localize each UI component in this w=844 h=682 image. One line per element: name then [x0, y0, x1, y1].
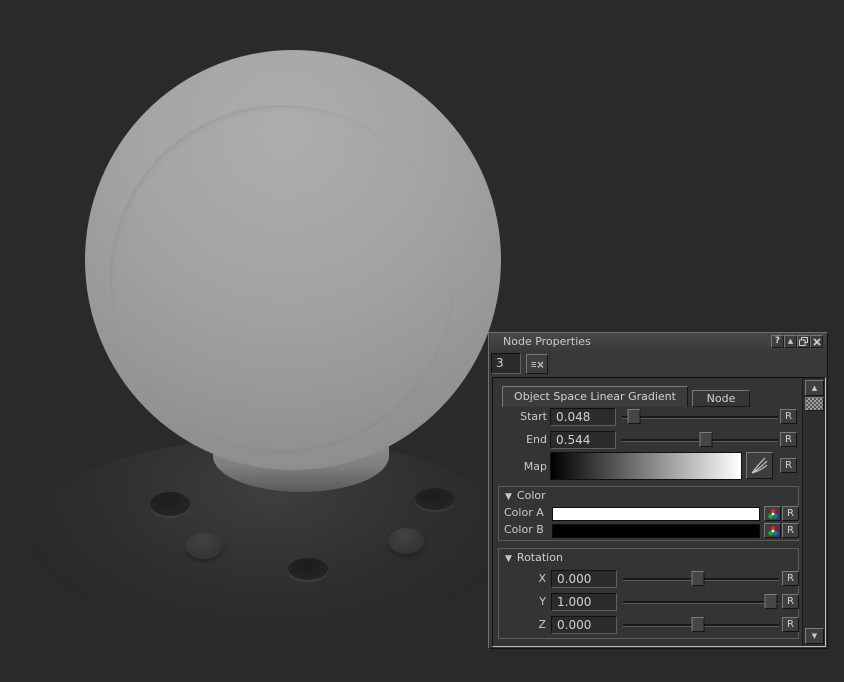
base-dimple [288, 558, 328, 580]
tab-object-space-linear-gradient[interactable]: Object Space Linear Gradient [502, 386, 688, 407]
rollup-button[interactable]: ▲ [784, 335, 797, 348]
color-wheel-icon [767, 508, 779, 520]
color-b-label: Color B [504, 523, 544, 536]
node-properties-panel: Node Properties ? ▲ 3 Node Object Space … [488, 332, 828, 649]
help-icon: ? [775, 337, 780, 346]
color-b-picker-button[interactable] [764, 523, 781, 538]
help-button[interactable]: ? [771, 335, 784, 348]
curves-icon [750, 456, 769, 475]
color-a-reset-button[interactable]: R [782, 506, 799, 521]
restore-button[interactable] [797, 335, 810, 348]
titlebar-buttons: ? ▲ [771, 335, 823, 348]
rotation-z-field[interactable]: 0.000 [551, 616, 617, 634]
color-a-picker-button[interactable] [764, 506, 781, 521]
rotation-x-slider[interactable] [623, 578, 779, 581]
rollup-icon: ▲ [788, 338, 793, 345]
rotation-z-slider[interactable] [623, 624, 779, 627]
end-reset-button[interactable]: R [780, 432, 797, 447]
base-dimple [150, 492, 190, 516]
scrollbar[interactable]: ▲ ▼ [802, 378, 825, 646]
rotation-y-slider-handle[interactable] [765, 594, 778, 609]
rotation-x-slider-handle[interactable] [691, 571, 704, 586]
list-x-icon [531, 360, 544, 369]
base-dimple [415, 488, 455, 510]
rotation-section-title: Rotation [517, 551, 563, 564]
restore-icon [799, 337, 808, 346]
rotation-y-slider[interactable] [623, 601, 779, 604]
shaderball-sphere [85, 50, 501, 470]
rotation-x-field[interactable]: 0.000 [551, 570, 617, 588]
map-label: Map [493, 460, 547, 473]
end-field[interactable]: 0.544 [550, 431, 616, 449]
color-section-title: Color [517, 489, 546, 502]
end-slider[interactable] [622, 439, 778, 442]
map-reset-button[interactable]: R [780, 458, 797, 473]
scrollbar-thumb[interactable] [805, 397, 824, 411]
rotation-x-reset-button[interactable]: R [782, 571, 799, 586]
start-reset-button[interactable]: R [780, 409, 797, 424]
collapse-icon[interactable]: ▼ [505, 492, 512, 502]
start-field[interactable]: 0.048 [550, 408, 616, 426]
color-b-swatch[interactable] [552, 524, 760, 538]
base-bump [185, 533, 223, 559]
color-a-label: Color A [504, 506, 544, 519]
color-b-reset-button[interactable]: R [782, 523, 799, 538]
scroll-down-button[interactable]: ▼ [805, 628, 824, 644]
rotation-z-reset-button[interactable]: R [782, 617, 799, 632]
node-count-field[interactable]: 3 [491, 353, 521, 374]
rotation-y-field[interactable]: 1.000 [551, 593, 617, 611]
color-section-header[interactable]: ▼ Color [505, 489, 546, 502]
scroll-up-button[interactable]: ▲ [805, 380, 824, 396]
rotation-z-label: Z [497, 618, 546, 631]
rotation-z-slider-handle[interactable] [691, 617, 704, 632]
close-button[interactable] [810, 335, 823, 348]
end-label: End [493, 433, 547, 446]
viewport: Node Properties ? ▲ 3 Node Object Space … [0, 0, 844, 682]
map-gradient-strip[interactable] [550, 452, 742, 480]
color-wheel-icon [767, 525, 779, 537]
color-section: ▼ Color Color A R Color B R [498, 486, 799, 541]
collapse-icon[interactable]: ▼ [505, 554, 512, 564]
node-lock-button[interactable] [526, 354, 548, 374]
rotation-y-reset-button[interactable]: R [782, 594, 799, 609]
panel-titlebar[interactable]: Node Properties ? ▲ [490, 333, 826, 351]
close-icon [813, 338, 821, 346]
start-slider-handle[interactable] [628, 409, 641, 424]
base-bump [388, 528, 424, 554]
properties-frame: Node Object Space Linear Gradient Start … [492, 377, 826, 647]
sphere-reflection-ring [110, 105, 455, 454]
tab-node[interactable]: Node [692, 390, 750, 407]
rotation-x-label: X [497, 572, 546, 585]
rotation-section: ▼ Rotation X 0.000 R Y 1.000 R Z 0.000 [498, 548, 799, 639]
panel-title: Node Properties [503, 335, 591, 348]
rotation-section-header[interactable]: ▼ Rotation [505, 551, 563, 564]
start-slider[interactable] [622, 416, 778, 419]
end-slider-handle[interactable] [700, 432, 713, 447]
rotation-y-label: Y [497, 595, 546, 608]
start-label: Start [493, 410, 547, 423]
gradient-curve-button[interactable] [746, 452, 773, 479]
color-a-swatch[interactable] [552, 507, 760, 521]
